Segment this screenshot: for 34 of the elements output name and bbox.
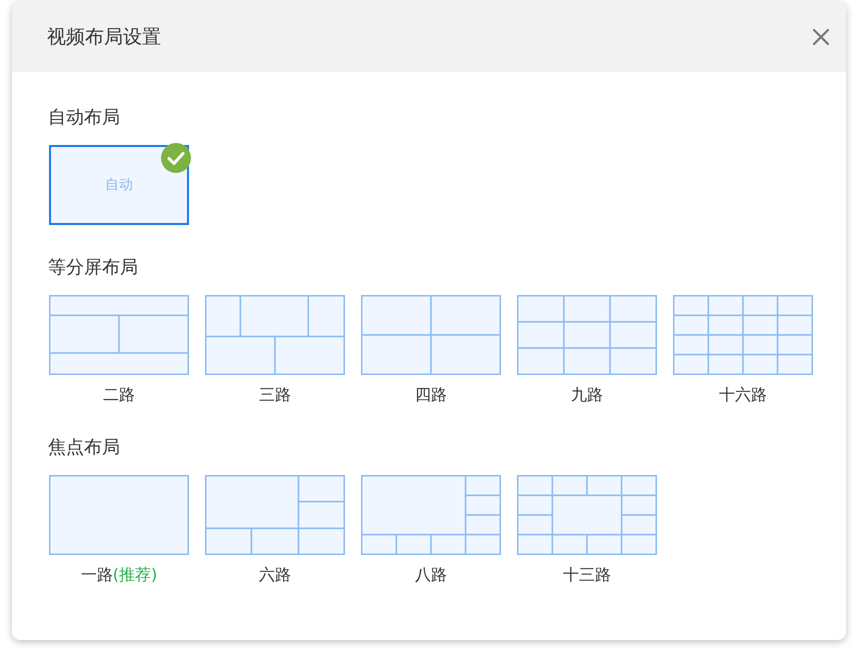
section-heading: 自动布局 bbox=[48, 106, 121, 130]
layout-tile[interactable] bbox=[205, 475, 345, 555]
layout-label: 九路 bbox=[571, 385, 603, 405]
layout-tile[interactable] bbox=[361, 475, 501, 555]
dialog-title: 视频布局设置 bbox=[47, 25, 161, 50]
layout-label: 八路 bbox=[415, 565, 447, 585]
layout-tile[interactable] bbox=[517, 475, 657, 555]
layout-grid-icon bbox=[49, 295, 189, 375]
layout-tile[interactable]: 自动 bbox=[49, 145, 189, 225]
layout-label: 十三路 bbox=[563, 565, 611, 585]
section-heading: 焦点布局 bbox=[48, 436, 121, 460]
layout-grid-icon bbox=[205, 295, 345, 375]
layout-tile[interactable] bbox=[673, 295, 813, 375]
layout-tile[interactable] bbox=[517, 295, 657, 375]
layout-label: 六路 bbox=[259, 565, 291, 585]
layout-tile[interactable] bbox=[49, 475, 189, 555]
check-icon bbox=[161, 143, 191, 173]
layout-label: 一路(推荐) bbox=[80, 565, 158, 585]
layout-grid-icon bbox=[49, 475, 189, 555]
layout-grid-icon bbox=[361, 475, 501, 555]
layout-tile[interactable] bbox=[205, 295, 345, 375]
layout-label: 十六路 bbox=[719, 385, 767, 405]
layout-grid-icon bbox=[361, 295, 501, 375]
layout-label: 四路 bbox=[415, 385, 447, 405]
close-button[interactable] bbox=[810, 26, 832, 48]
layout-grid-icon bbox=[517, 475, 657, 555]
layout-tile[interactable] bbox=[49, 295, 189, 375]
section-heading: 等分屏布局 bbox=[48, 256, 139, 280]
layout-label: 三路 bbox=[259, 385, 291, 405]
layout-label: 二路 bbox=[103, 385, 135, 405]
layout-tile[interactable] bbox=[361, 295, 501, 375]
layout-grid-icon bbox=[205, 475, 345, 555]
layout-grid-icon bbox=[673, 295, 813, 375]
layout-grid-icon bbox=[517, 295, 657, 375]
